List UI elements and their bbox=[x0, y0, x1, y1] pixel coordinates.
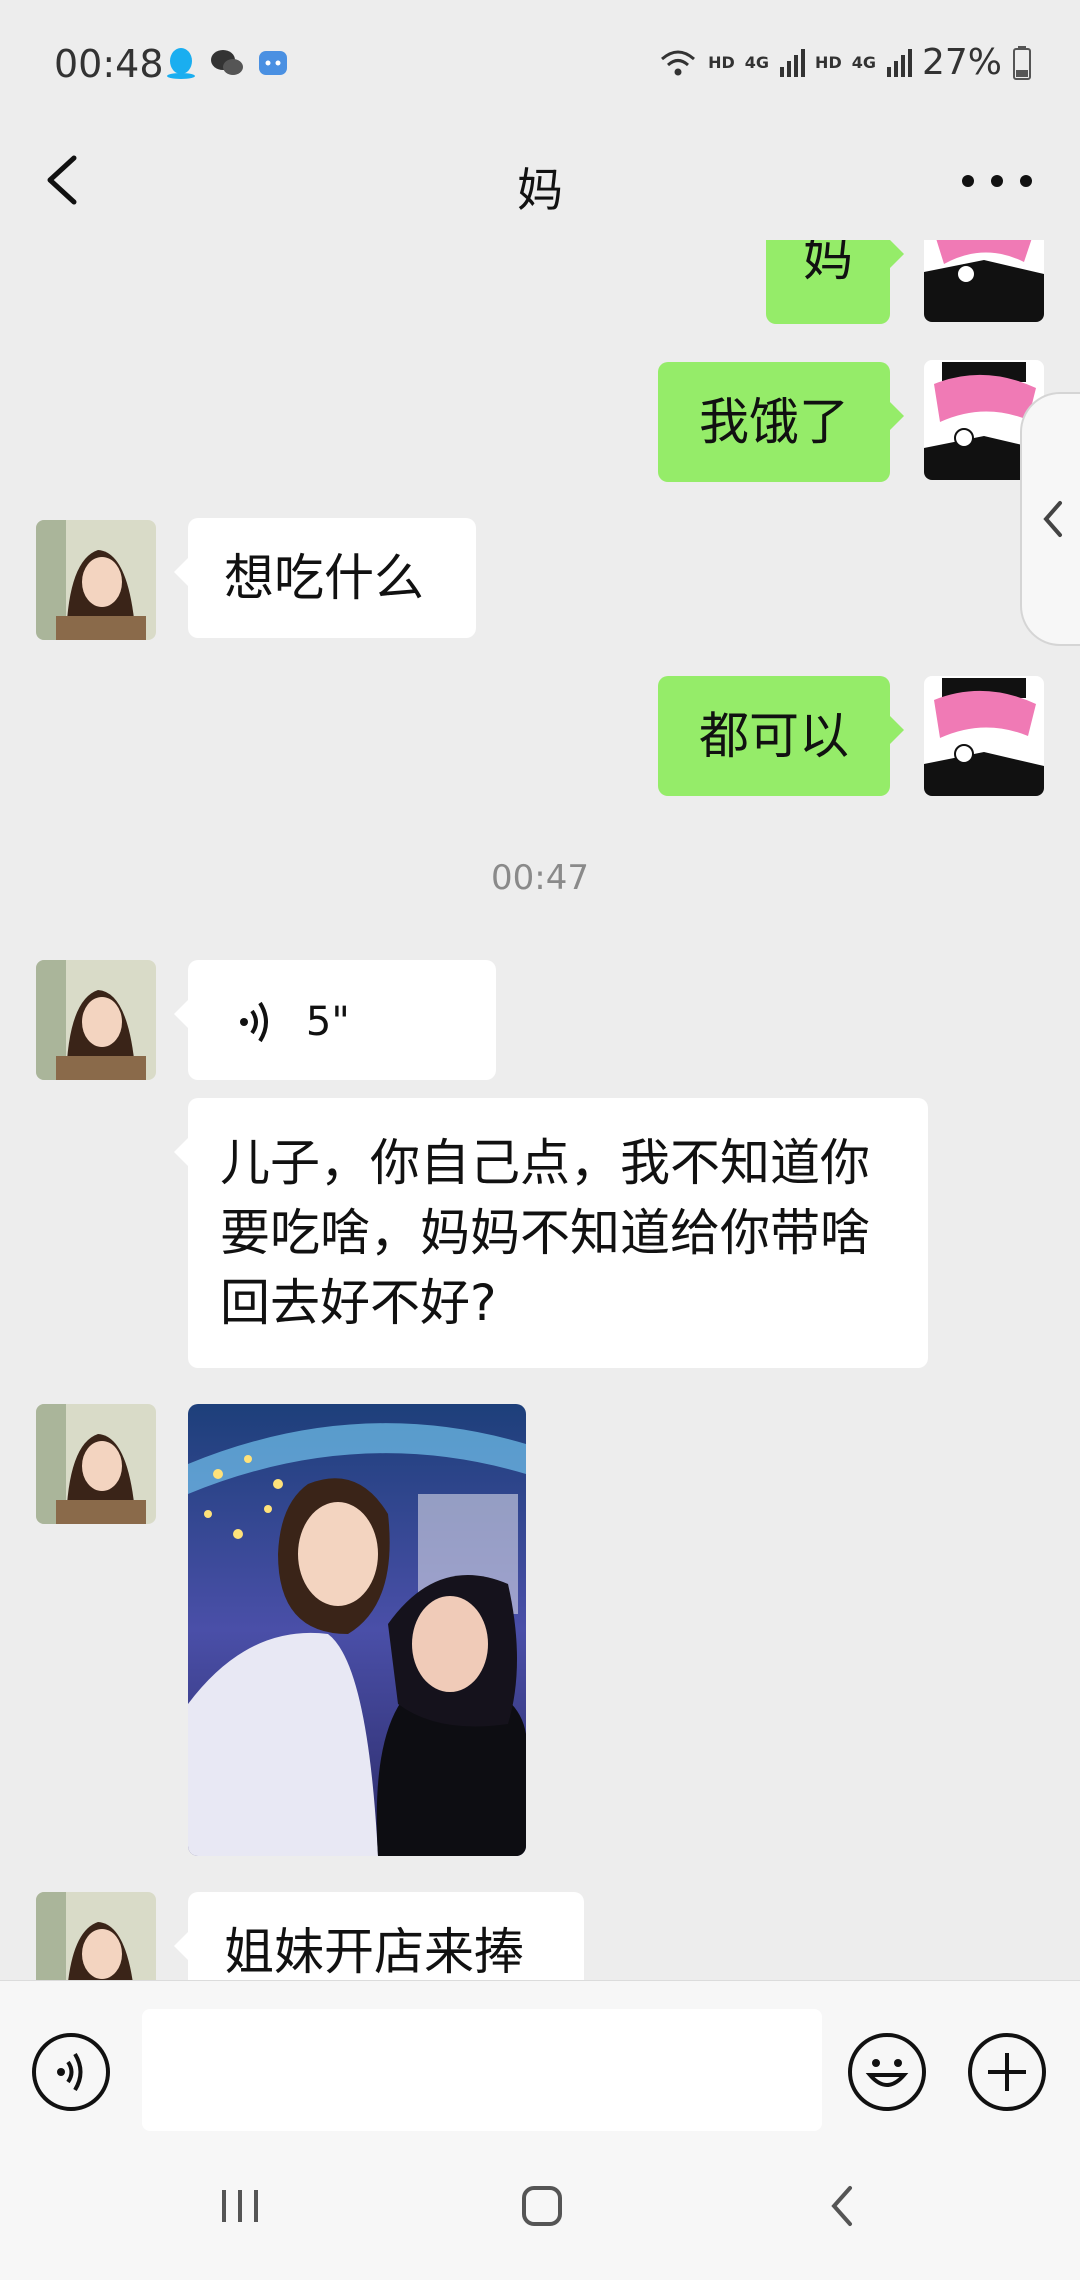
voice-message-bubble[interactable]: 5" bbox=[174, 960, 496, 1080]
sent-message-bubble[interactable]: 我饿了 bbox=[658, 362, 904, 482]
message-text: 想吃什么 bbox=[224, 549, 424, 607]
battery-icon bbox=[1013, 45, 1031, 80]
voice-wave-icon bbox=[240, 1001, 268, 1042]
back-nav-icon[interactable] bbox=[804, 2176, 884, 2236]
emoji-button[interactable] bbox=[848, 2033, 926, 2111]
network-4g-label-1: 4G bbox=[744, 53, 770, 72]
my-avatar[interactable] bbox=[924, 676, 1044, 796]
voice-duration: 5" bbox=[305, 998, 350, 1045]
plus-icon bbox=[988, 2053, 1026, 2091]
system-navigation-bar bbox=[0, 2140, 1080, 2280]
message-text: 都可以 bbox=[699, 707, 849, 765]
floating-side-tab[interactable] bbox=[1020, 392, 1080, 646]
hd-label-2: HD bbox=[815, 53, 842, 72]
contact-avatar[interactable] bbox=[36, 1892, 156, 1980]
wechat-icon bbox=[211, 50, 243, 75]
chat-header: 妈 bbox=[0, 120, 1080, 240]
contact-avatar[interactable] bbox=[36, 520, 156, 640]
recent-apps-icon[interactable] bbox=[200, 2176, 280, 2236]
sent-message-bubble[interactable]: 都可以 bbox=[658, 676, 904, 796]
received-message-bubble[interactable]: 儿子，你自己点，我不知道你要吃啥，妈妈不知道给你带啥回去好不好? bbox=[174, 1098, 928, 1368]
more-functions-button[interactable] bbox=[968, 2033, 1046, 2111]
chat-title: 妈 bbox=[517, 163, 563, 217]
message-text: 我饿了 bbox=[699, 393, 849, 451]
chevron-left-icon bbox=[1043, 501, 1062, 537]
status-time: 00:48 bbox=[54, 42, 164, 86]
home-icon[interactable] bbox=[502, 2176, 582, 2236]
received-message-bubble[interactable]: 姐妹开店来捧 bbox=[174, 1892, 584, 1980]
battery-percent: 27% bbox=[921, 42, 1002, 83]
status-indicators: HD 4G HD 4G 27% bbox=[658, 42, 1032, 83]
signal-icon-2 bbox=[886, 48, 912, 77]
hd-label-1: HD bbox=[708, 53, 735, 72]
voice-input-button[interactable] bbox=[32, 2033, 110, 2111]
wifi-icon bbox=[661, 50, 696, 75]
message-text: 姐妹开店来捧 bbox=[224, 1923, 524, 1980]
emoji-icon bbox=[865, 2059, 909, 2087]
photo-message[interactable] bbox=[188, 1404, 526, 1856]
received-message-bubble[interactable]: 想吃什么 bbox=[174, 518, 476, 638]
message-list[interactable]: 妈 我饿了 想吃什么 都可以 00:47 5" 儿子，你自己点，我不知道你要吃啥… bbox=[0, 240, 1080, 1980]
message-input[interactable] bbox=[142, 2009, 822, 2131]
more-options-icon[interactable] bbox=[962, 156, 1032, 206]
message-timestamp: 00:47 bbox=[491, 858, 589, 898]
voice-icon bbox=[57, 2052, 83, 2092]
app-notification-icon bbox=[259, 51, 287, 75]
my-avatar[interactable] bbox=[924, 240, 1044, 322]
sent-message-bubble[interactable]: 妈 bbox=[766, 240, 904, 324]
status-bar: 00:48 HD 4G HD 4G 27% bbox=[0, 0, 1080, 120]
network-4g-label-2: 4G bbox=[851, 53, 876, 72]
contact-avatar[interactable] bbox=[36, 1404, 156, 1524]
qq-icon bbox=[167, 48, 195, 79]
message-text: 妈 bbox=[803, 240, 853, 287]
signal-icon bbox=[780, 48, 806, 77]
message-text: 儿子，你自己点，我不知道你要吃啥，妈妈不知道给你带啥回去好不好? bbox=[220, 1134, 870, 1332]
contact-avatar[interactable] bbox=[36, 960, 156, 1080]
photo-image bbox=[188, 1404, 526, 1856]
input-bar bbox=[0, 1980, 1080, 2141]
